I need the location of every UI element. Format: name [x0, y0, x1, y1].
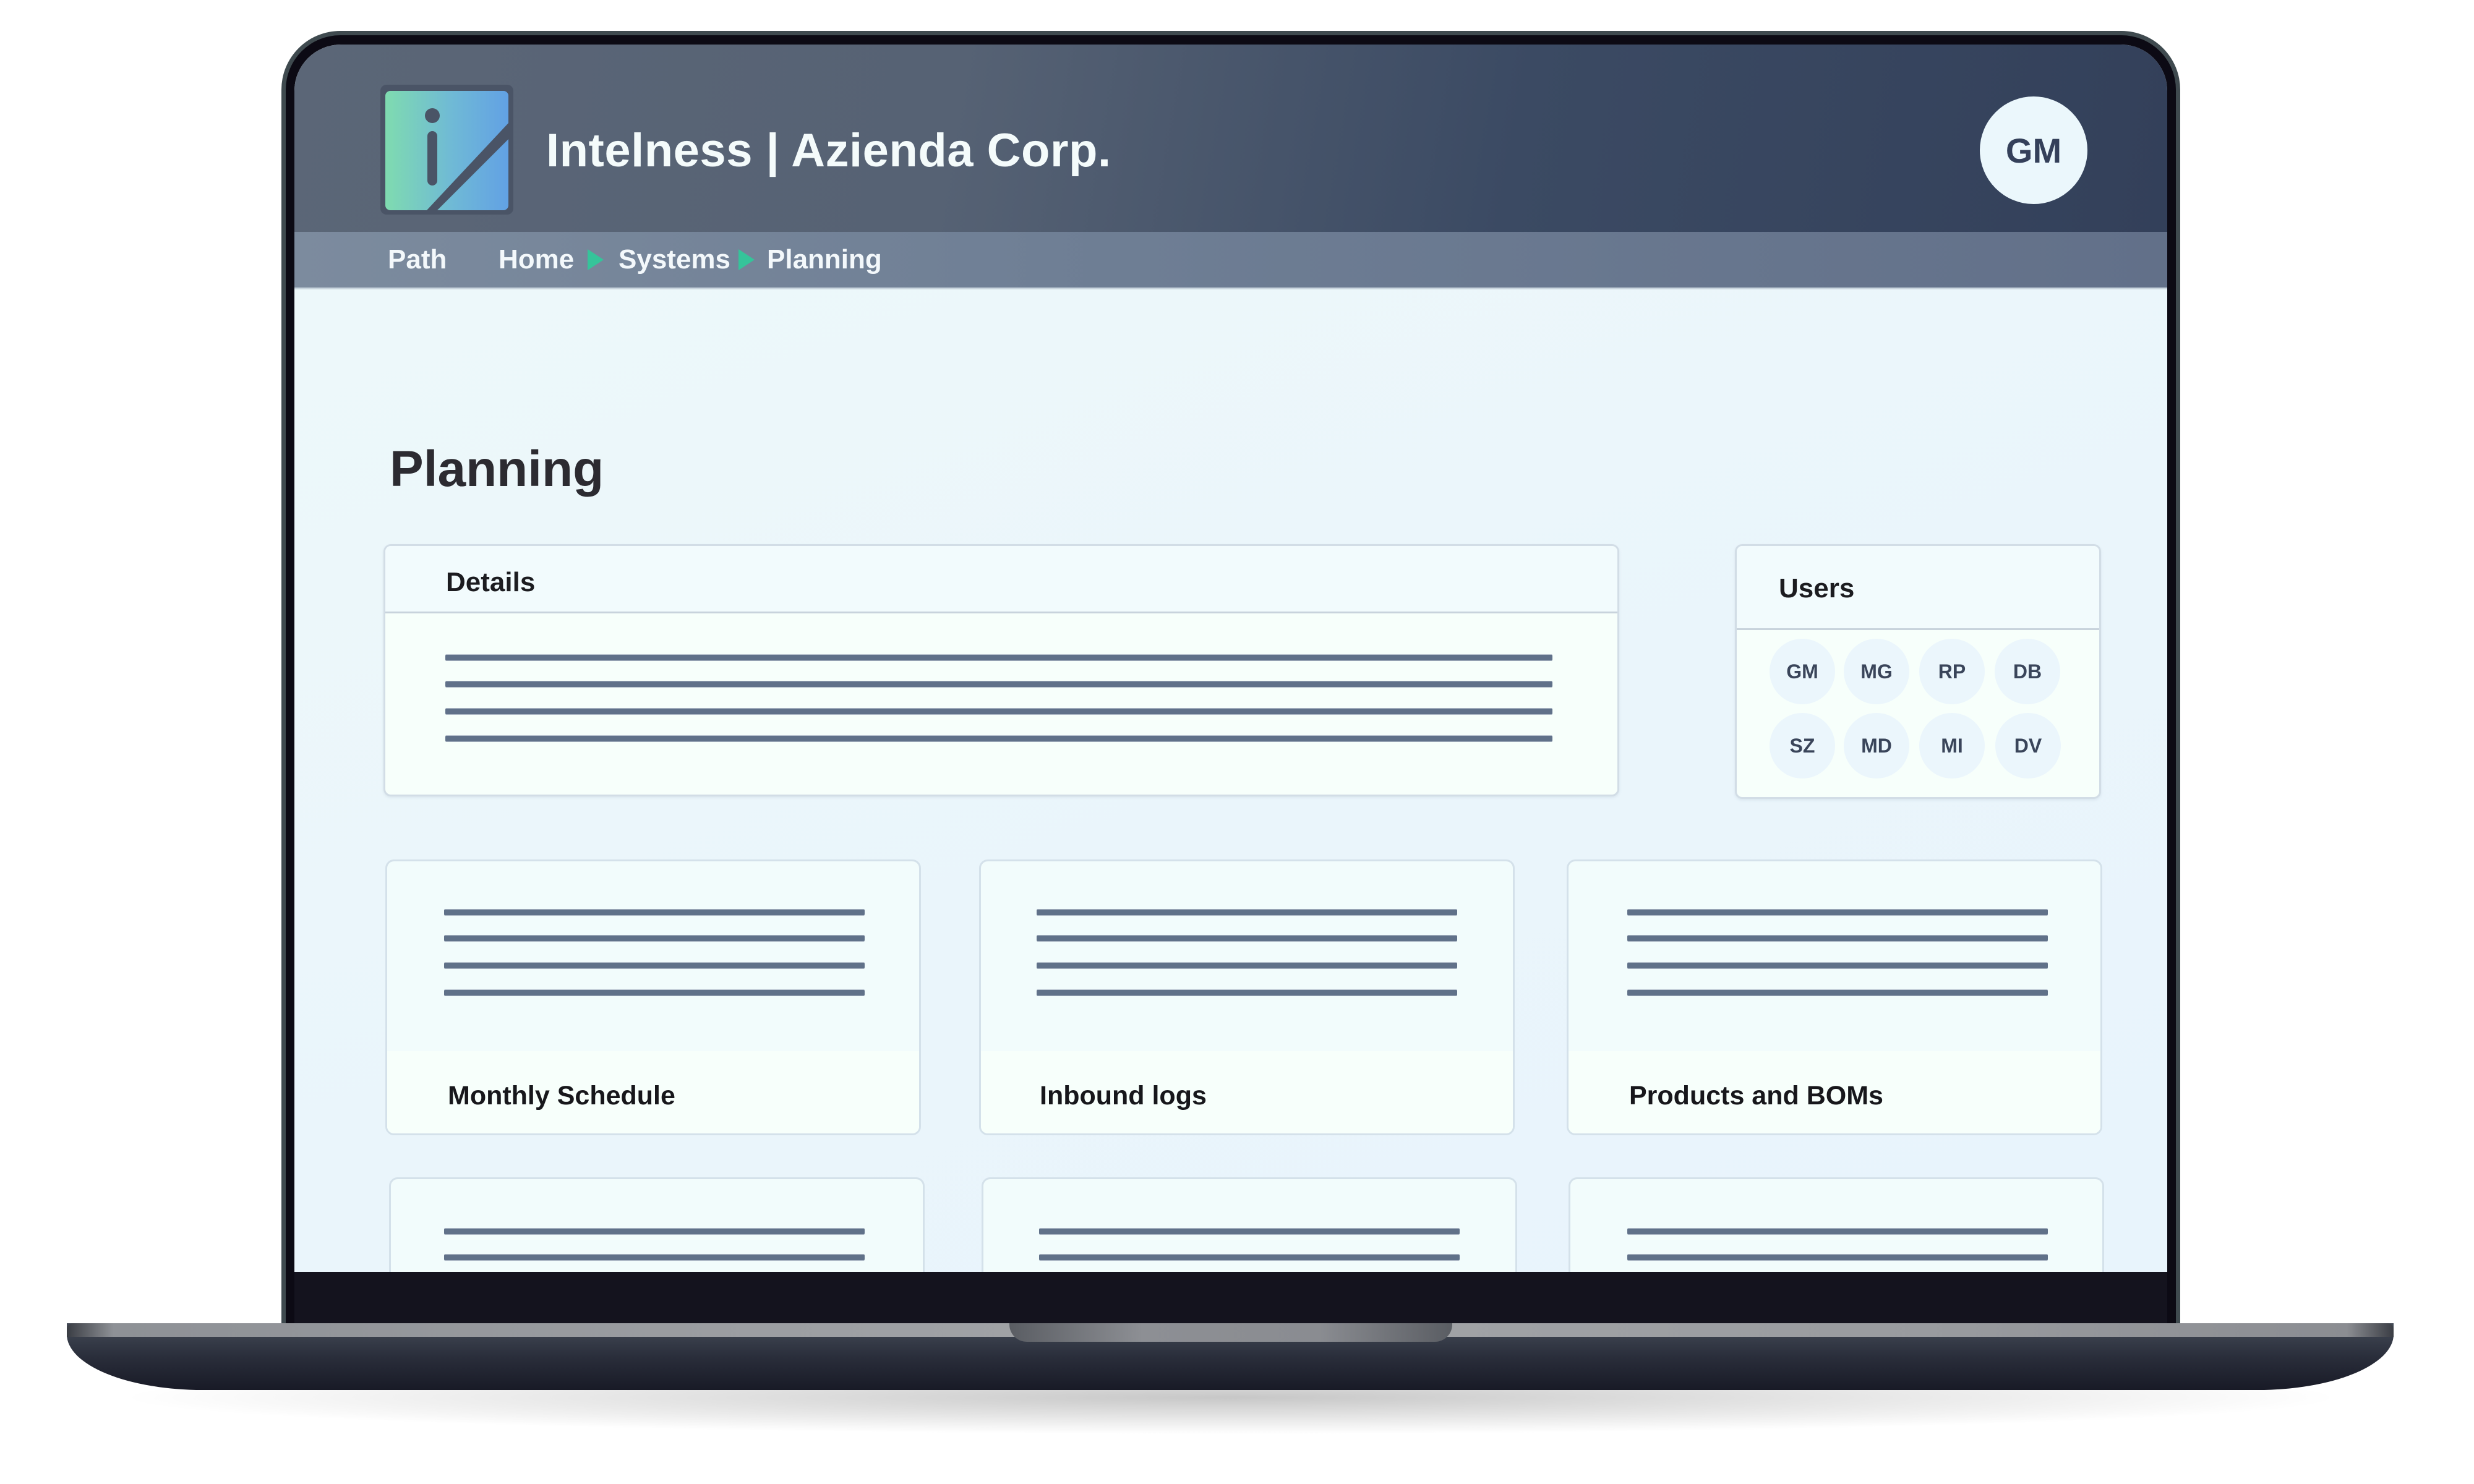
breadcrumb-label: Path	[388, 244, 447, 275]
placeholder-line	[444, 910, 865, 915]
user-chip[interactable]: SZ	[1770, 713, 1835, 778]
placeholder-line	[1627, 963, 2048, 968]
breadcrumb: Path Home Systems Planning	[294, 232, 2167, 289]
placeholder-line	[1627, 936, 2048, 941]
tile-label: Products and BOMs	[1629, 1081, 1883, 1111]
details-card-title: Details	[446, 567, 536, 597]
placeholder-line	[1627, 990, 2048, 996]
tile-label: Monthly Schedule	[448, 1081, 675, 1111]
details-card: Details	[383, 544, 1619, 796]
tile-inbound-logs[interactable]: Inbound logs	[979, 859, 1515, 1135]
placeholder-line	[445, 736, 1552, 741]
page-title: Planning	[390, 441, 604, 497]
user-chip[interactable]: MI	[1919, 713, 1985, 778]
users-card: Users GM MG RP DB SZ MD MI DV	[1735, 544, 2101, 799]
placeholder-line	[444, 936, 865, 941]
placeholder-line	[444, 1229, 865, 1234]
tile-footer: Inbound logs	[981, 1051, 1513, 1133]
tile[interactable]	[389, 1177, 925, 1272]
placeholder-line	[445, 709, 1552, 714]
placeholder-line	[444, 990, 865, 996]
placeholder-line	[1627, 1255, 2048, 1260]
placeholder-line	[1037, 936, 1457, 941]
tile[interactable]	[1569, 1177, 2104, 1272]
user-chip[interactable]: MG	[1844, 639, 1909, 704]
triangle-right-icon	[588, 249, 604, 270]
tile-label: Inbound logs	[1040, 1081, 1207, 1111]
breadcrumb-systems[interactable]: Systems	[618, 244, 730, 275]
info-slash-logo-icon	[385, 91, 508, 210]
triangle-right-icon	[738, 249, 755, 270]
app-header: Intelness | Azienda Corp. GM	[294, 45, 2167, 232]
placeholder-line	[444, 1255, 865, 1260]
placeholder-line	[1037, 963, 1457, 968]
user-chip[interactable]: GM	[1770, 639, 1835, 704]
placeholder-line	[1039, 1255, 1460, 1260]
tile-footer: Monthly Schedule	[387, 1051, 919, 1133]
tile-monthly-schedule[interactable]: Monthly Schedule	[385, 859, 921, 1135]
user-avatar[interactable]: GM	[1980, 96, 2087, 204]
placeholder-line	[1627, 910, 2048, 915]
placeholder-line	[1037, 910, 1457, 915]
placeholder-line	[1039, 1229, 1460, 1234]
laptop-hinge-notch	[1009, 1323, 1452, 1342]
user-chip[interactable]: DB	[1995, 639, 2060, 704]
breadcrumb-home[interactable]: Home	[499, 244, 574, 275]
tile-products-and-boms[interactable]: Products and BOMs	[1567, 859, 2102, 1135]
app-logo[interactable]	[380, 85, 513, 215]
user-chip[interactable]: MD	[1844, 713, 1909, 778]
breadcrumb-planning[interactable]: Planning	[767, 244, 882, 275]
placeholder-line	[444, 963, 865, 968]
details-card-header: Details	[385, 546, 1617, 613]
tile-footer: Products and BOMs	[1569, 1051, 2100, 1133]
users-card-header: Users	[1737, 546, 2099, 630]
placeholder-line	[445, 655, 1552, 660]
placeholder-line	[445, 681, 1552, 687]
app-screen: Intelness | Azienda Corp. GM Path Home S…	[294, 45, 2167, 1272]
app-title: Intelness | Azienda Corp.	[546, 124, 1111, 177]
placeholder-line	[1627, 1229, 2048, 1234]
placeholder-line	[1037, 990, 1457, 996]
user-chip[interactable]: RP	[1919, 639, 1985, 704]
user-chip[interactable]: DV	[1995, 713, 2061, 778]
users-card-title: Users	[1779, 573, 1855, 603]
tile[interactable]	[982, 1177, 1517, 1272]
laptop-bottom-bezel	[294, 1272, 2167, 1325]
